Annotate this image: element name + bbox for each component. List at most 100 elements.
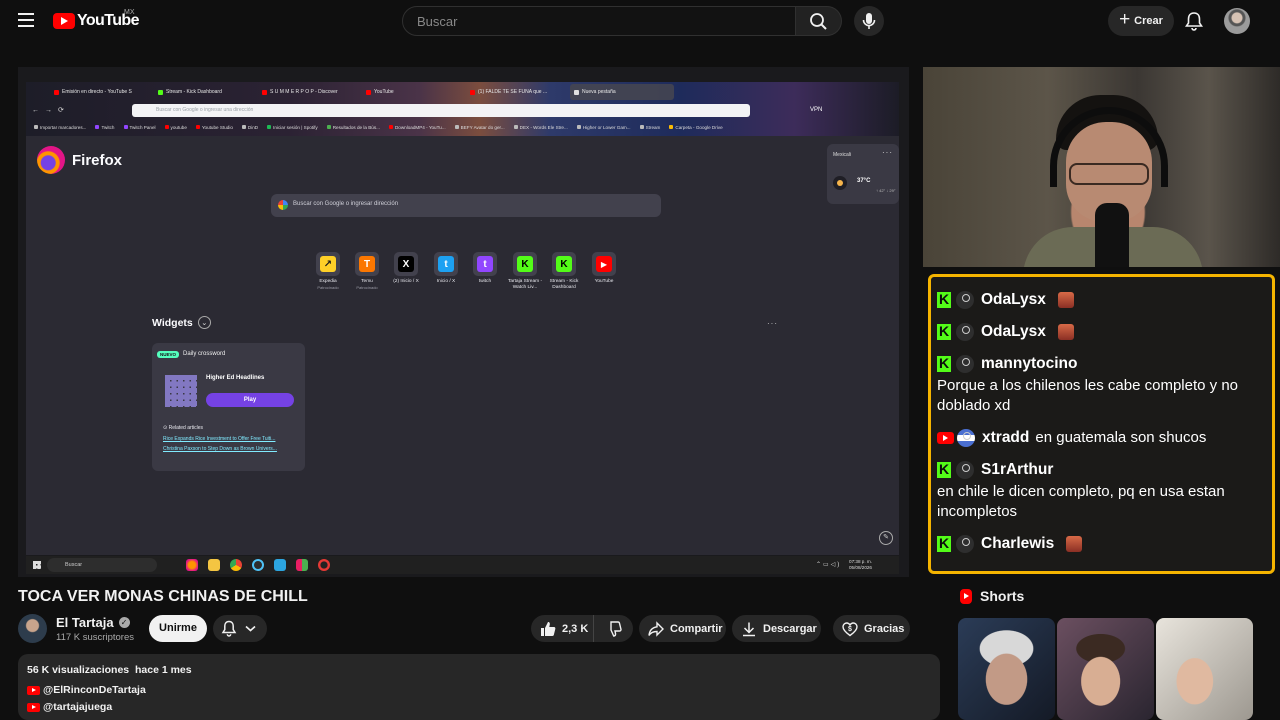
thumbs-down-icon	[609, 620, 622, 637]
x-icon: X	[398, 256, 414, 272]
kick-icon: K	[517, 256, 533, 272]
video-title: TOCA VER MONAS CHINAS DE CHILL	[18, 588, 308, 605]
windows-taskbar: Buscar ⌃▭◁) 07:38 p. m. 05/08/2026	[26, 556, 899, 574]
download-icon	[743, 622, 755, 636]
user-avatar	[956, 290, 974, 309]
chat-message: K S1rArthur	[937, 460, 1267, 479]
short-thumbnail[interactable]	[1057, 618, 1154, 720]
pencil-icon: ✎	[879, 531, 893, 545]
bookmark-item: Twitch Panel	[123, 124, 156, 130]
description-link[interactable]: @ElRinconDeTartaja	[27, 684, 146, 696]
youtube-favicon-icon	[366, 89, 371, 95]
subscription-bell-button[interactable]	[213, 615, 267, 642]
super-thanks-icon: $	[842, 621, 858, 636]
bookmark-item: DEX - Words Ele Stre...	[513, 124, 568, 130]
chat-username: mannytocino	[981, 355, 1078, 372]
youtube-favicon-icon	[262, 89, 267, 95]
search-input[interactable]	[417, 14, 777, 29]
sun-icon	[833, 176, 847, 190]
firefox-icon	[37, 146, 65, 174]
browser-tab: Emisión en directo - YouTube S	[50, 84, 154, 100]
weather-widget: Mexicali ··· 37°C ↑ 42° ↓ 29°	[827, 144, 899, 204]
thanks-button[interactable]: $ Gracias	[833, 615, 910, 642]
windows-start-icon	[33, 561, 41, 569]
search-icon	[810, 13, 827, 30]
chat-message: xtradd en guatemala son shucos	[937, 428, 1267, 447]
channel-avatar[interactable]	[18, 614, 47, 643]
join-button[interactable]: Unirme	[149, 615, 207, 642]
twitter-bird-icon: t	[438, 256, 454, 272]
chat-username: OdaLysx	[981, 291, 1046, 308]
like-button[interactable]: 2,3 K	[531, 615, 593, 642]
crossword-headline: Higher Ed Headlines	[206, 375, 265, 381]
youtube-icon	[27, 702, 40, 712]
new-badge: NUEVO	[157, 351, 180, 358]
chat-message-text: Porque a los chilenos les cabe completo …	[937, 377, 1239, 414]
video-player[interactable]: Emisión en directo - YouTube S Stream - …	[18, 67, 909, 577]
like-count: 2,3 K	[562, 622, 589, 635]
bookmark-item: DinD	[241, 124, 258, 130]
share-button[interactable]: Compartir	[639, 615, 726, 642]
kick-icon: K	[556, 256, 572, 272]
chat-username: OdaLysx	[981, 323, 1046, 340]
browser-tab: Stream - Kick Dashboard	[154, 84, 258, 100]
video-description[interactable]: 56 K visualizaciones hace 1 mes @ElRinco…	[18, 654, 940, 720]
notifications-button[interactable]	[1184, 10, 1204, 32]
shortcut-tile: t Inicio / X	[428, 252, 464, 285]
weather-range: ↑ 42° ↓ 29°	[876, 188, 896, 193]
kick-badge-icon: K	[937, 323, 951, 340]
download-button[interactable]: Descargar	[732, 615, 821, 642]
shortcut-tile: K Tartaja Stream - Watch Liv...	[507, 252, 543, 290]
user-avatar	[956, 322, 974, 341]
taskbar-search: Buscar	[47, 558, 157, 572]
bookmark-item: Higher or Lower Gam...	[576, 124, 631, 130]
account-avatar[interactable]	[1224, 8, 1250, 34]
bookmark-item: BEFY Avatar do ger...	[454, 124, 505, 130]
chat-message: K OdaLysx	[937, 290, 1267, 309]
firefox-search-placeholder: Buscar con Google o ingresar dirección	[293, 201, 399, 207]
description-link[interactable]: @tartajajuega	[27, 701, 112, 713]
share-label: Compartir	[670, 622, 723, 635]
chat-username: xtradd	[982, 429, 1030, 446]
twitch-icon: t	[477, 256, 493, 272]
weather-city: Mexicali	[833, 152, 852, 158]
bell-icon	[221, 620, 256, 637]
chat-message: K Charlewis	[937, 534, 1267, 553]
chat-message: K OdaLysx	[937, 322, 1267, 341]
related-articles-label: ⊙ Related articles	[163, 425, 204, 431]
emote-icon	[1057, 291, 1074, 308]
system-tray-icons: ⌃▭◁)	[816, 562, 842, 568]
firefox-logo: Firefox	[37, 146, 122, 174]
bookmark-item: Iniciar sesión | Spotify	[267, 124, 318, 130]
browser-tab: S U M M E R P O P - Discover	[258, 84, 362, 100]
bookmark-item: Stream	[639, 124, 660, 130]
browser-tab-bar: Emisión en directo - YouTube S Stream - …	[26, 82, 899, 102]
kick-badge-icon: K	[937, 355, 951, 372]
plus-icon: +	[1119, 9, 1131, 30]
crossword-play-button: Play	[206, 393, 294, 407]
kick-badge-icon: K	[937, 535, 951, 552]
channel-name[interactable]: El Tartaja ✓	[56, 615, 130, 630]
expedia-icon: ↗	[320, 256, 336, 272]
chat-message: K mannytocino	[937, 354, 1267, 373]
masthead: YouTube MX + Crear	[0, 0, 1280, 42]
search-button[interactable]	[796, 6, 842, 36]
short-thumbnail[interactable]	[958, 618, 1055, 720]
chrome-icon	[230, 559, 242, 571]
webcam-feed	[923, 67, 1280, 267]
app-icon	[296, 559, 308, 571]
microphone-icon	[862, 13, 876, 29]
chat-username: S1rArthur	[981, 461, 1054, 478]
bookmark-item: Youtube Studio	[195, 124, 233, 130]
menu-icon[interactable]	[18, 13, 34, 27]
svg-text:$: $	[848, 626, 852, 633]
chat-username: Charlewis	[981, 535, 1055, 552]
voice-search-button[interactable]	[854, 6, 884, 36]
create-button[interactable]: + Crear	[1108, 6, 1174, 36]
short-thumbnail[interactable]	[1156, 618, 1253, 720]
browser-tab: (1) FALDE TE SE FUNA que ...	[466, 84, 570, 100]
bookmark-item: Importar marcadores...	[34, 124, 86, 130]
youtube-favicon-icon	[470, 89, 475, 95]
dislike-button[interactable]	[593, 615, 633, 642]
emote-icon	[1057, 323, 1074, 340]
